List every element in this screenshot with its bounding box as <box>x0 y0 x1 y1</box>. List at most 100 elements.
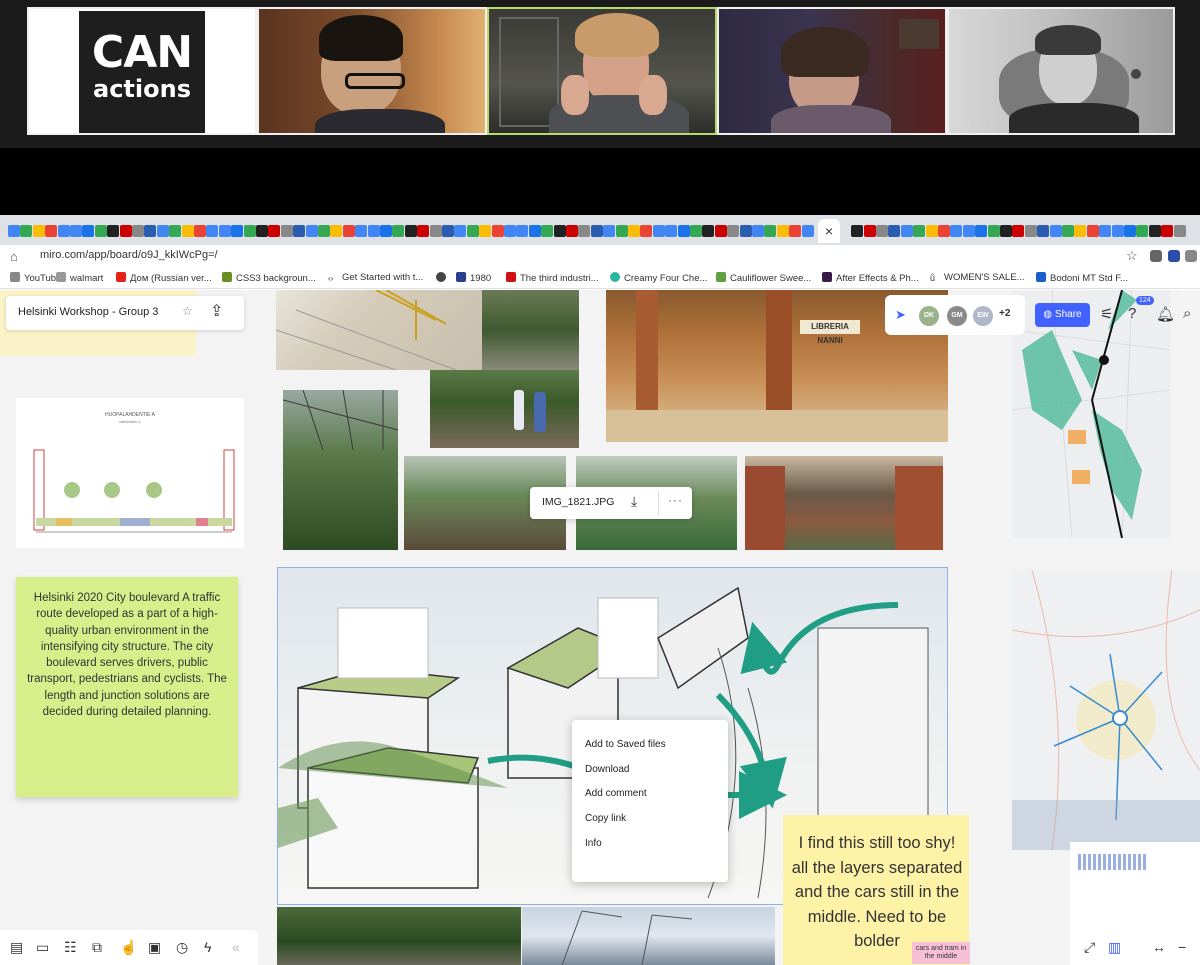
tab-favicon[interactable] <box>578 225 591 237</box>
export-icon[interactable]: ⇪ <box>210 301 223 321</box>
tab-favicon[interactable] <box>528 225 541 237</box>
tab-favicon[interactable] <box>82 225 95 237</box>
tab-favicon[interactable] <box>169 225 182 237</box>
tab-favicon[interactable] <box>94 225 107 237</box>
tab-favicon[interactable] <box>404 225 417 237</box>
tab-favicon[interactable] <box>1049 225 1062 237</box>
tab-favicon[interactable] <box>293 225 306 237</box>
tab-favicon[interactable] <box>194 225 206 237</box>
bookmark-item[interactable]: ‹› Get Started with t... <box>328 272 423 284</box>
cards-icon[interactable]: ☷ <box>64 939 77 956</box>
tab-favicon[interactable] <box>1024 225 1037 237</box>
url-text[interactable]: miro.com/app/board/o9J_kkIWcPg=/ <box>40 249 218 261</box>
bookmark-item[interactable]: Bodoni MT Std F... <box>1036 272 1128 284</box>
tab-favicon[interactable] <box>57 225 70 237</box>
tab-favicon[interactable] <box>962 225 975 237</box>
tab-favicon[interactable] <box>256 225 268 237</box>
tab-favicon[interactable] <box>1124 225 1136 237</box>
timer-icon[interactable]: ◷ <box>176 939 188 956</box>
tab-favicon[interactable] <box>1099 225 1112 237</box>
bookmark-item[interactable]: After Effects & Ph... <box>822 272 919 284</box>
photo-greenhouse-corridor[interactable] <box>482 290 579 370</box>
miro-board-canvas[interactable]: LIBRERIA NANNI IMG_1821.JPG ⤓ ··· Helsin… <box>0 290 1200 965</box>
tab-favicon[interactable] <box>566 225 578 237</box>
tab-favicon[interactable] <box>789 225 802 237</box>
menu-item-download[interactable]: Download <box>585 764 629 775</box>
tab-favicon[interactable] <box>380 225 392 237</box>
tab-favicon[interactable] <box>913 225 926 237</box>
tab-favicon[interactable] <box>330 225 343 237</box>
tab-favicon[interactable] <box>119 225 132 237</box>
fit-width-icon[interactable]: ↔ <box>1152 939 1166 955</box>
tab-favicon[interactable] <box>454 225 467 237</box>
tab-favicon[interactable] <box>950 225 963 237</box>
extension-icon[interactable] <box>1150 250 1162 262</box>
tab-favicon[interactable] <box>32 225 45 237</box>
tab-favicon[interactable] <box>318 225 330 237</box>
tab-favicon[interactable] <box>181 225 194 237</box>
tab-favicon[interactable] <box>1148 225 1161 237</box>
more-options-icon[interactable]: ··· <box>668 493 683 507</box>
tab-favicon[interactable] <box>851 225 864 237</box>
avatar[interactable]: DK <box>919 306 939 326</box>
share-screen-icon[interactable]: ⧉ <box>92 939 102 956</box>
tab-favicon[interactable] <box>466 225 479 237</box>
tab-favicon[interactable] <box>70 225 82 237</box>
collaborators-more[interactable]: +2 <box>999 308 1010 319</box>
tab-favicon[interactable] <box>714 225 727 237</box>
map-radial-connections[interactable] <box>1012 570 1200 850</box>
tab-favicon[interactable] <box>491 225 504 237</box>
vote-icon[interactable]: ☝ <box>120 939 137 956</box>
bookmark-item[interactable]: 1980 <box>456 272 491 284</box>
tab-favicon[interactable] <box>1086 225 1099 237</box>
photo-greenhouse-garden[interactable] <box>283 390 398 550</box>
tab-favicon[interactable] <box>876 225 888 237</box>
home-icon[interactable]: ⌂ <box>10 249 18 264</box>
tab-favicon[interactable] <box>45 225 58 237</box>
download-icon[interactable]: ⤓ <box>631 493 637 510</box>
board-title[interactable]: Helsinki Workshop - Group 3 <box>18 306 158 318</box>
bookmark-item[interactable]: CSS3 backgroun... <box>222 272 316 284</box>
tab-favicon[interactable] <box>900 225 913 237</box>
bookmark-item[interactable]: YouTube <box>10 272 61 284</box>
bookmark-item[interactable]: ů WOMEN'S SALE... <box>930 272 1024 283</box>
cursor-tracking-icon[interactable]: ➤ <box>895 307 906 323</box>
tab-favicon[interactable] <box>727 225 740 237</box>
tab-favicon[interactable] <box>1000 225 1012 237</box>
tab-favicon[interactable] <box>107 225 120 237</box>
tab-favicon[interactable] <box>144 225 157 237</box>
tab-favicon[interactable] <box>1161 225 1174 237</box>
tab-favicon[interactable] <box>504 225 516 237</box>
search-icon[interactable]: ⌕ <box>1183 305 1191 322</box>
comments-icon[interactable]: ▤ <box>10 939 23 956</box>
address-bar[interactable]: ⌂ miro.com/app/board/o9J_kkIWcPg=/ ☆ <box>0 245 1200 269</box>
tab-favicon[interactable] <box>1012 225 1025 237</box>
extension-icon[interactable] <box>1168 250 1180 262</box>
tab-favicon[interactable] <box>628 225 640 237</box>
bookmark-item[interactable]: Creamy Four Che... <box>610 272 707 284</box>
tab-favicon[interactable] <box>342 225 355 237</box>
tab-favicon[interactable] <box>590 225 603 237</box>
video-tile-participant-2-speaking[interactable] <box>487 7 717 135</box>
tab-close-button[interactable]: × <box>818 219 840 243</box>
street-section-drawing[interactable]: HUOPALAHDENTIE A vaihtoehto 1 <box>16 398 244 548</box>
menu-item-info[interactable]: Info <box>585 838 602 849</box>
photo-construction-cranes[interactable] <box>522 907 775 965</box>
tab-favicon[interactable] <box>392 225 405 237</box>
tab-favicon[interactable] <box>764 225 777 237</box>
tab-favicon[interactable] <box>8 225 20 237</box>
tab-favicon[interactable] <box>975 225 988 237</box>
photo-park[interactable] <box>277 907 521 965</box>
map-green-corridor[interactable] <box>1012 290 1170 538</box>
help-icon[interactable]: ? <box>1128 305 1136 322</box>
tab-favicon[interactable] <box>677 225 690 237</box>
sticky-note-city-boulevard[interactable]: Helsinki 2020 City boulevard A traffic r… <box>16 577 238 797</box>
tab-favicon[interactable] <box>367 225 380 237</box>
tab-favicon[interactable] <box>516 225 529 237</box>
bookmark-star-icon[interactable]: ☆ <box>1126 248 1138 264</box>
tab-favicon[interactable] <box>702 225 715 237</box>
lightning-icon[interactable]: ϟ <box>204 939 211 955</box>
video-tile-participant-4[interactable] <box>947 7 1175 135</box>
tab-favicon[interactable] <box>690 225 702 237</box>
share-button[interactable]: ◍ Share <box>1035 303 1090 327</box>
